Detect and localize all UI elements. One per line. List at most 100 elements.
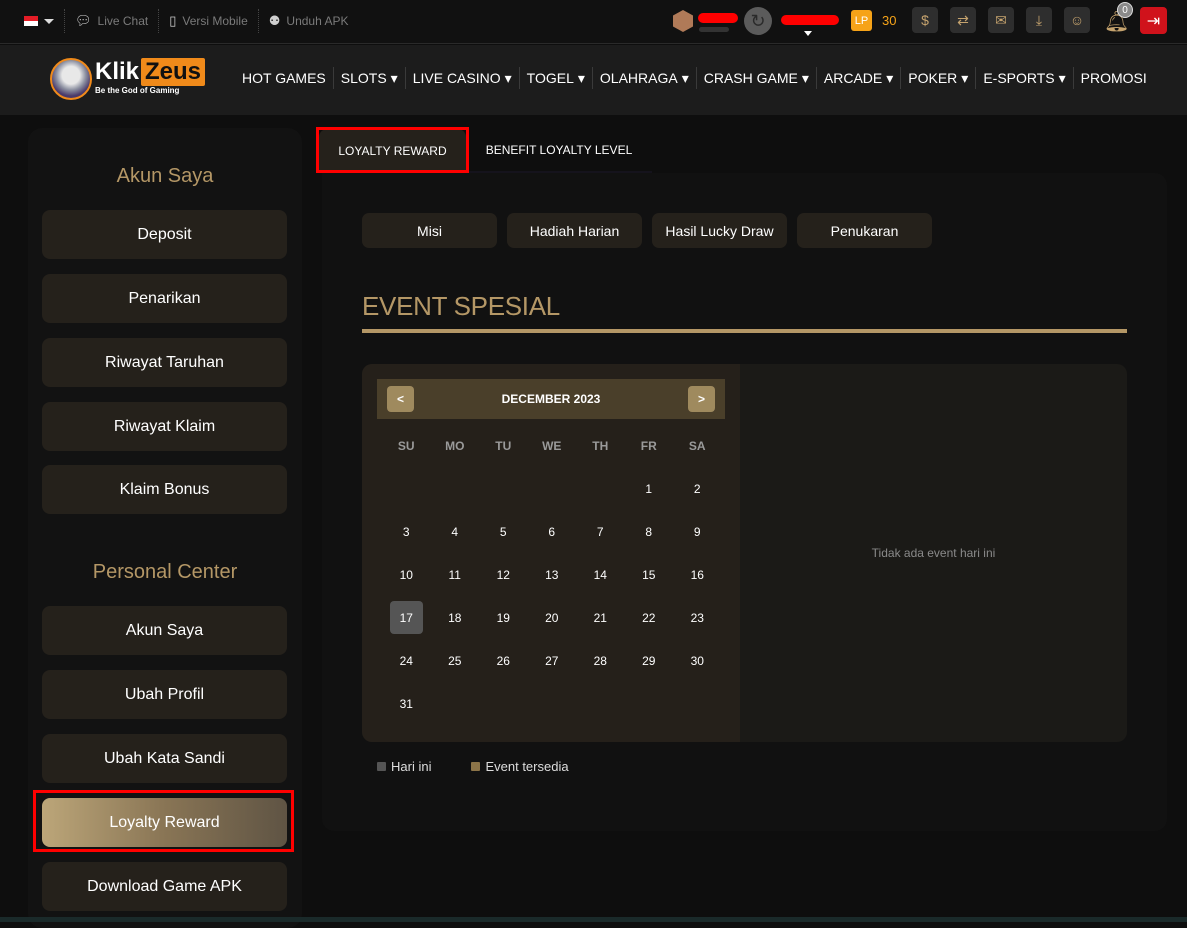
calendar-day[interactable]: 24 bbox=[382, 644, 431, 677]
sidebar-item-deposit[interactable]: Deposit bbox=[42, 210, 287, 259]
redacted-balance bbox=[781, 15, 839, 25]
sidebar-heading-account: Akun Saya bbox=[116, 165, 214, 187]
footer-strip bbox=[0, 917, 1187, 922]
calendar-day[interactable]: 9 bbox=[673, 515, 722, 548]
site-logo[interactable]: Klik Zeus Be the God of Gaming bbox=[50, 58, 206, 100]
calendar-day[interactable]: 19 bbox=[479, 601, 528, 634]
subtab-daily-reward[interactable]: Hadiah Harian bbox=[507, 213, 642, 248]
chevron-down-icon: ▾ bbox=[961, 69, 969, 86]
calendar-day[interactable]: 22 bbox=[625, 601, 674, 634]
sidebar-item-claim-history[interactable]: Riwayat Klaim bbox=[42, 402, 287, 451]
calendar-day[interactable]: 8 bbox=[625, 515, 674, 548]
calendar-week-row: 31 bbox=[382, 682, 722, 725]
transfer-button[interactable]: ⇄ bbox=[950, 7, 976, 33]
mobile-version-link[interactable]: ▯ Versi Mobile bbox=[169, 13, 248, 29]
calendar-day[interactable]: 31 bbox=[382, 687, 431, 720]
legend-event-available: Event tersedia bbox=[471, 759, 569, 774]
calendar-day[interactable]: 15 bbox=[625, 558, 674, 591]
legend-swatch-event bbox=[471, 762, 481, 771]
calendar-week-row: 24 25 26 27 28 29 30 bbox=[382, 639, 722, 682]
refresh-balance-icon[interactable]: ↻ bbox=[744, 7, 772, 35]
calendar-day[interactable]: 6 bbox=[528, 515, 577, 548]
download-apk-link[interactable]: ⚉ Unduh APK bbox=[269, 13, 349, 29]
calendar-week-row: 17 18 19 20 21 22 23 bbox=[382, 596, 722, 639]
calendar-day[interactable]: 30 bbox=[673, 644, 722, 677]
calendar-day[interactable]: 4 bbox=[431, 515, 480, 548]
calendar-day[interactable]: 2 bbox=[673, 472, 722, 505]
android-icon: ⚉ bbox=[268, 13, 281, 28]
highlight-box-sidebar bbox=[33, 790, 294, 852]
nav-item-crash-game[interactable]: CRASH GAME ▾ bbox=[695, 67, 816, 89]
weekday-label: SU bbox=[397, 438, 415, 453]
calendar-day[interactable]: 18 bbox=[431, 601, 480, 634]
sidebar-item-download-apk[interactable]: Download Game APK bbox=[42, 862, 287, 911]
nav-item-promosi[interactable]: PROMOSI bbox=[1072, 67, 1154, 89]
calendar-empty-cell bbox=[382, 472, 431, 505]
profile-button[interactable]: ☺ bbox=[1064, 7, 1090, 33]
nav-item-e-sports[interactable]: E-SPORTS ▾ bbox=[975, 67, 1072, 89]
subtab-redemption[interactable]: Penukaran bbox=[797, 213, 932, 248]
logout-button[interactable]: ⇥ bbox=[1140, 7, 1167, 34]
calendar-day[interactable]: 23 bbox=[673, 601, 722, 634]
calendar: < DECEMBER 2023 > SU MO TU WE TH FR SA 1 2 3 4 5 6 7 8… bbox=[362, 364, 740, 742]
calendar-day[interactable]: 27 bbox=[528, 644, 577, 677]
calendar-day[interactable]: 13 bbox=[528, 558, 577, 591]
sidebar-item-change-password[interactable]: Ubah Kata Sandi bbox=[42, 734, 287, 783]
calendar-week-row: 12 bbox=[382, 467, 722, 510]
nav-menu: HOT GAMES SLOTS ▾ LIVE CASINO ▾ TOGEL ▾ OLAHRAG… bbox=[242, 67, 1154, 89]
weekday-label: TU bbox=[495, 438, 512, 453]
calendar-day[interactable]: 3 bbox=[382, 515, 431, 548]
nav-item-slots[interactable]: SLOTS ▾ bbox=[332, 67, 405, 89]
indonesia-flag-icon[interactable] bbox=[24, 16, 38, 26]
rank-progress-bar bbox=[699, 27, 729, 32]
calendar-day[interactable]: 26 bbox=[479, 644, 528, 677]
sidebar-item-edit-profile[interactable]: Ubah Profil bbox=[42, 670, 287, 719]
coin-exchange-button[interactable]: $ bbox=[912, 7, 938, 33]
nav-item-arcade[interactable]: ARCADE ▾ bbox=[815, 67, 900, 89]
chevron-down-icon: ▾ bbox=[801, 69, 809, 86]
subtab-mission[interactable]: Misi bbox=[362, 213, 497, 248]
nav-item-olahraga[interactable]: OLAHRAGA ▾ bbox=[591, 67, 696, 89]
calendar-day[interactable]: 11 bbox=[431, 558, 480, 591]
sidebar-heading-personal-center: Personal Center bbox=[92, 561, 238, 583]
mail-button[interactable]: ✉ bbox=[988, 7, 1014, 33]
mail-icon: ✉ bbox=[995, 11, 1007, 28]
calendar-week-row: 10 11 12 13 14 15 16 bbox=[382, 553, 722, 596]
language-dropdown-caret-icon[interactable] bbox=[44, 18, 54, 24]
download-icon: ⤓ bbox=[1035, 11, 1043, 28]
calendar-empty-cell bbox=[673, 687, 722, 720]
sidebar-item-my-account[interactable]: Akun Saya bbox=[42, 606, 287, 655]
calendar-day[interactable]: 20 bbox=[528, 601, 577, 634]
sidebar-item-bet-history[interactable]: Riwayat Taruhan bbox=[42, 338, 287, 387]
calendar-next-button[interactable]: > bbox=[688, 386, 715, 412]
nav-item-togel[interactable]: TOGEL ▾ bbox=[518, 67, 592, 89]
calendar-day[interactable]: 7 bbox=[576, 515, 625, 548]
balance-dropdown-caret-icon[interactable] bbox=[804, 31, 812, 36]
download-button[interactable]: ⤓ bbox=[1026, 7, 1052, 33]
calendar-empty-cell bbox=[431, 687, 480, 720]
calendar-day[interactable]: 21 bbox=[576, 601, 625, 634]
subtab-lucky-draw-results[interactable]: Hasil Lucky Draw bbox=[652, 213, 787, 248]
calendar-day[interactable]: 10 bbox=[382, 558, 431, 591]
nav-item-live-casino[interactable]: LIVE CASINO ▾ bbox=[404, 67, 519, 89]
calendar-day[interactable]: 1 bbox=[625, 472, 674, 505]
calendar-day[interactable]: 28 bbox=[576, 644, 625, 677]
weekday-label: TH bbox=[592, 438, 609, 453]
calendar-day[interactable]: 12 bbox=[479, 558, 528, 591]
tab-benefit-loyalty-level[interactable]: BENEFIT LOYALTY LEVEL bbox=[466, 129, 652, 173]
nav-item-hot-games[interactable]: HOT GAMES bbox=[242, 67, 333, 89]
calendar-day[interactable]: 14 bbox=[576, 558, 625, 591]
calendar-day[interactable]: 29 bbox=[625, 644, 674, 677]
calendar-empty-cell bbox=[479, 472, 528, 505]
calendar-day[interactable]: 25 bbox=[431, 644, 480, 677]
calendar-day[interactable]: 5 bbox=[479, 515, 528, 548]
weekday-label: WE bbox=[542, 438, 562, 453]
rank-badge-icon bbox=[673, 10, 693, 32]
calendar-day[interactable]: 16 bbox=[673, 558, 722, 591]
calendar-day-today[interactable]: 17 bbox=[389, 601, 423, 634]
live-chat-link[interactable]: 💬︎ Live Chat bbox=[75, 13, 148, 29]
chevron-down-icon: ▾ bbox=[681, 69, 689, 86]
sidebar-item-claim-bonus[interactable]: Klaim Bonus bbox=[42, 465, 287, 514]
sidebar-item-withdrawal[interactable]: Penarikan bbox=[42, 274, 287, 323]
nav-item-poker[interactable]: POKER ▾ bbox=[900, 67, 975, 89]
